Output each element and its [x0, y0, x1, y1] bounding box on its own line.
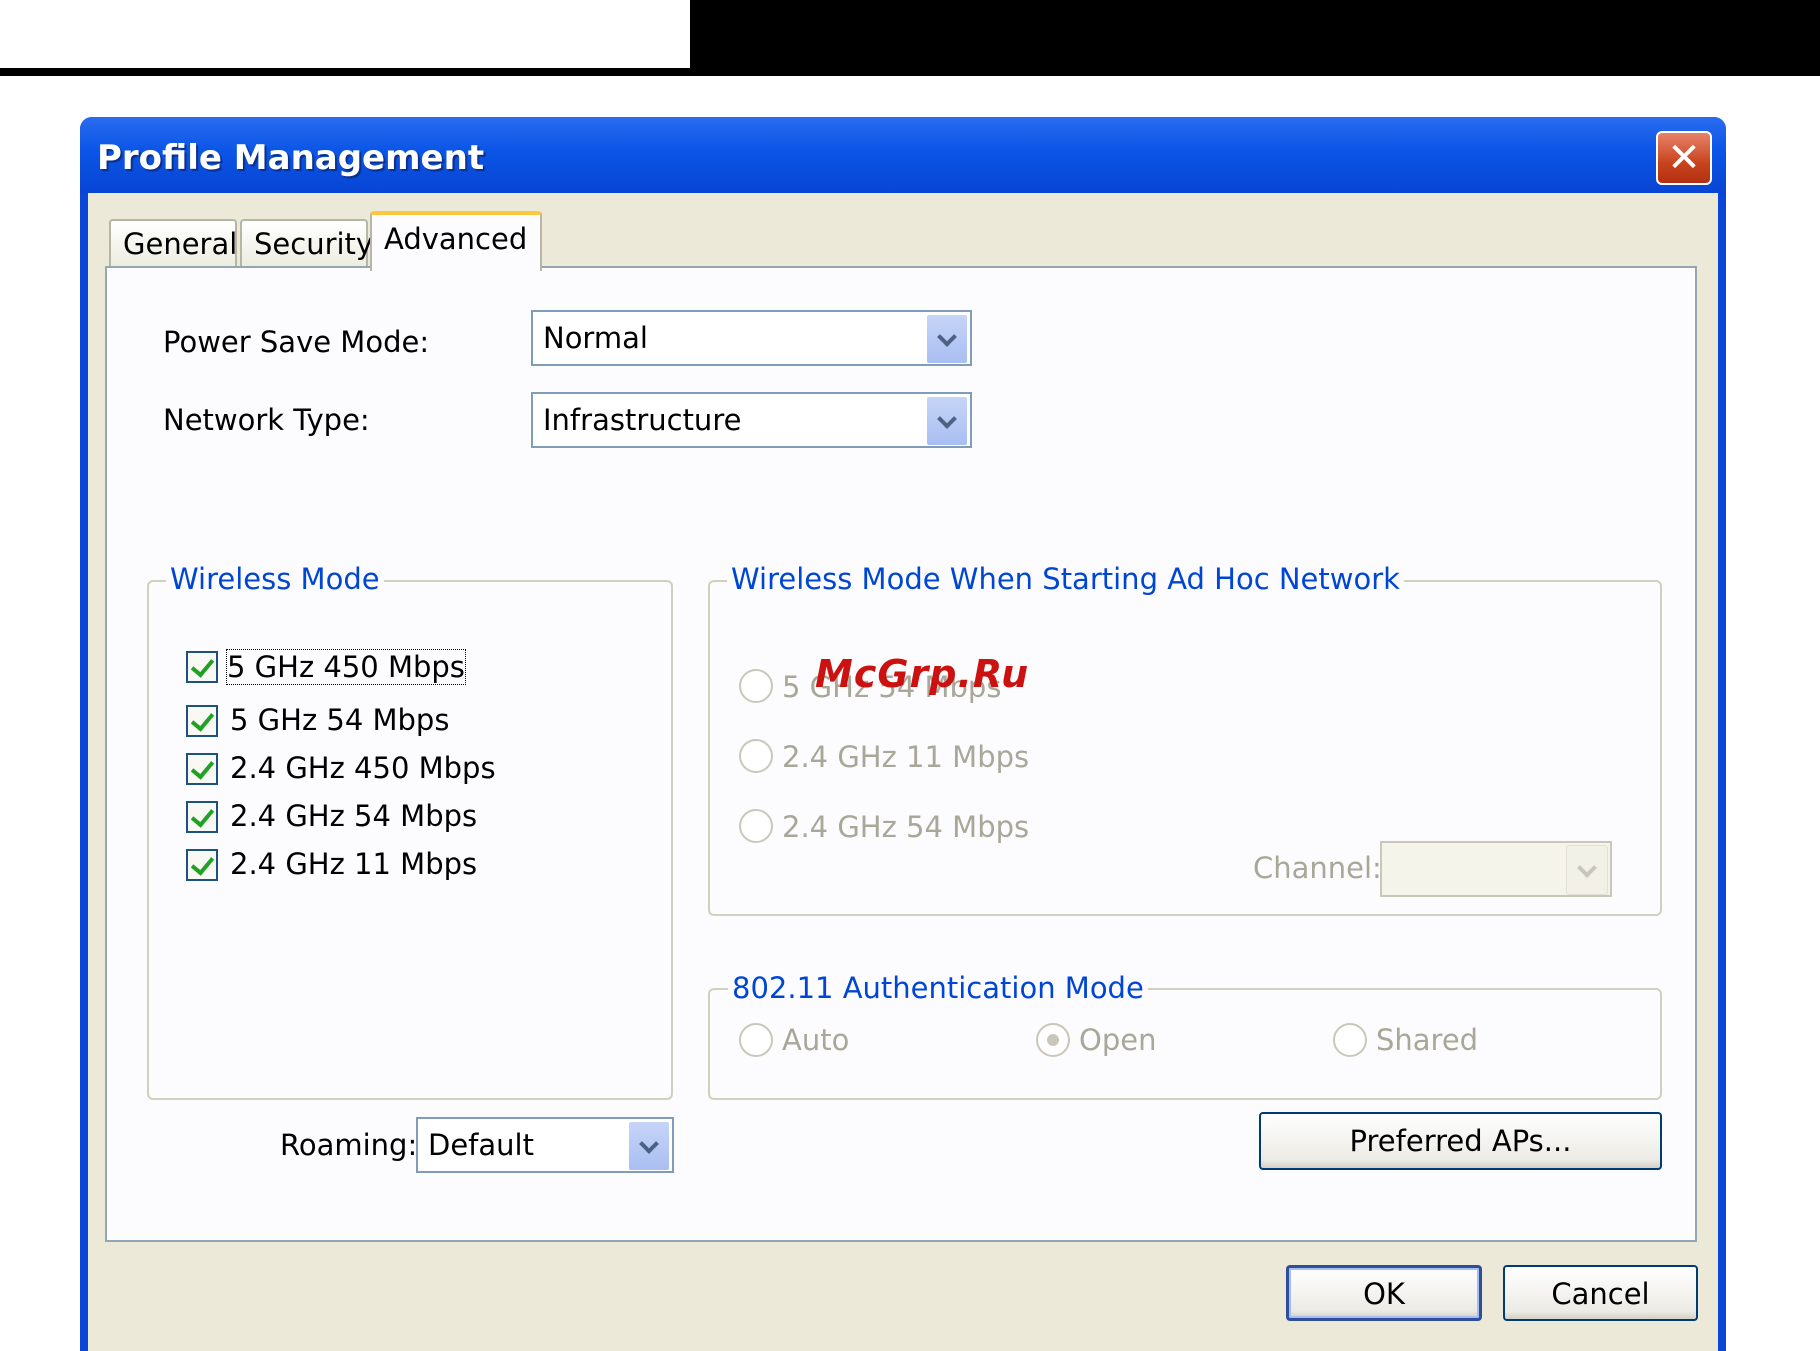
checkbox-label-24ghz-54[interactable]: 2.4 GHz 54 Mbps	[230, 799, 477, 833]
tab-security[interactable]: Security	[240, 219, 373, 268]
radio-adhoc-5ghz-54[interactable]	[739, 669, 773, 703]
radio-auth-auto[interactable]	[739, 1023, 773, 1057]
close-button[interactable]: ✕	[1656, 131, 1712, 185]
network-type-label: Network Type:	[163, 403, 370, 437]
radio-label-auth-auto[interactable]: Auto	[782, 1023, 849, 1057]
window-title: Profile Management	[97, 138, 485, 178]
checkbox-5ghz-450[interactable]	[186, 651, 218, 683]
channel-label: Channel:	[1253, 851, 1382, 885]
power-save-mode-select[interactable]: Normal	[531, 310, 972, 366]
power-save-mode-label: Power Save Mode:	[163, 325, 430, 359]
radio-label-adhoc-24ghz-54[interactable]: 2.4 GHz 54 Mbps	[782, 810, 1029, 844]
checkbox-24ghz-11[interactable]	[186, 849, 218, 881]
channel-select[interactable]	[1380, 841, 1612, 897]
wireless-mode-title: Wireless Mode	[166, 562, 384, 596]
auth-mode-title: 802.11 Authentication Mode	[728, 971, 1148, 1005]
roaming-value: Default	[428, 1128, 534, 1162]
power-save-mode-value: Normal	[543, 321, 648, 355]
radio-label-adhoc-24ghz-11[interactable]: 2.4 GHz 11 Mbps	[782, 740, 1029, 774]
ok-button[interactable]: OK	[1286, 1265, 1482, 1321]
close-icon: ✕	[1667, 135, 1701, 181]
radio-label-auth-open[interactable]: Open	[1079, 1023, 1156, 1057]
checkbox-label-5ghz-54[interactable]: 5 GHz 54 Mbps	[230, 703, 449, 737]
tab-advanced[interactable]: Advanced	[370, 211, 542, 271]
header-black-bar	[690, 0, 1820, 76]
chevron-down-icon[interactable]	[926, 396, 968, 446]
adhoc-mode-title: Wireless Mode When Starting Ad Hoc Netwo…	[727, 562, 1404, 596]
radio-auth-shared[interactable]	[1333, 1023, 1367, 1057]
network-type-value: Infrastructure	[543, 403, 742, 437]
radio-auth-open[interactable]	[1036, 1023, 1070, 1057]
chevron-down-icon[interactable]	[1566, 845, 1608, 895]
roaming-label: Roaming:	[280, 1128, 418, 1162]
roaming-select[interactable]: Default	[416, 1117, 674, 1173]
checkbox-label-24ghz-11[interactable]: 2.4 GHz 11 Mbps	[230, 847, 477, 881]
chevron-down-icon[interactable]	[628, 1121, 670, 1171]
network-type-select[interactable]: Infrastructure	[531, 392, 972, 448]
radio-adhoc-24ghz-11[interactable]	[739, 739, 773, 773]
checkbox-24ghz-54[interactable]	[186, 801, 218, 833]
radio-adhoc-24ghz-54[interactable]	[739, 809, 773, 843]
watermark: McGrp.Ru	[815, 652, 1030, 696]
checkbox-label-5ghz-450[interactable]: 5 GHz 450 Mbps	[226, 649, 466, 685]
checkbox-label-24ghz-450[interactable]: 2.4 GHz 450 Mbps	[230, 751, 496, 785]
checkbox-5ghz-54[interactable]	[186, 705, 218, 737]
tab-general[interactable]: General	[109, 219, 237, 268]
chevron-down-icon[interactable]	[926, 314, 968, 364]
checkbox-24ghz-450[interactable]	[186, 753, 218, 785]
radio-label-auth-shared[interactable]: Shared	[1376, 1023, 1478, 1057]
header-rule	[0, 68, 690, 76]
preferred-aps-button[interactable]: Preferred APs...	[1259, 1112, 1662, 1170]
cancel-button[interactable]: Cancel	[1503, 1265, 1698, 1321]
